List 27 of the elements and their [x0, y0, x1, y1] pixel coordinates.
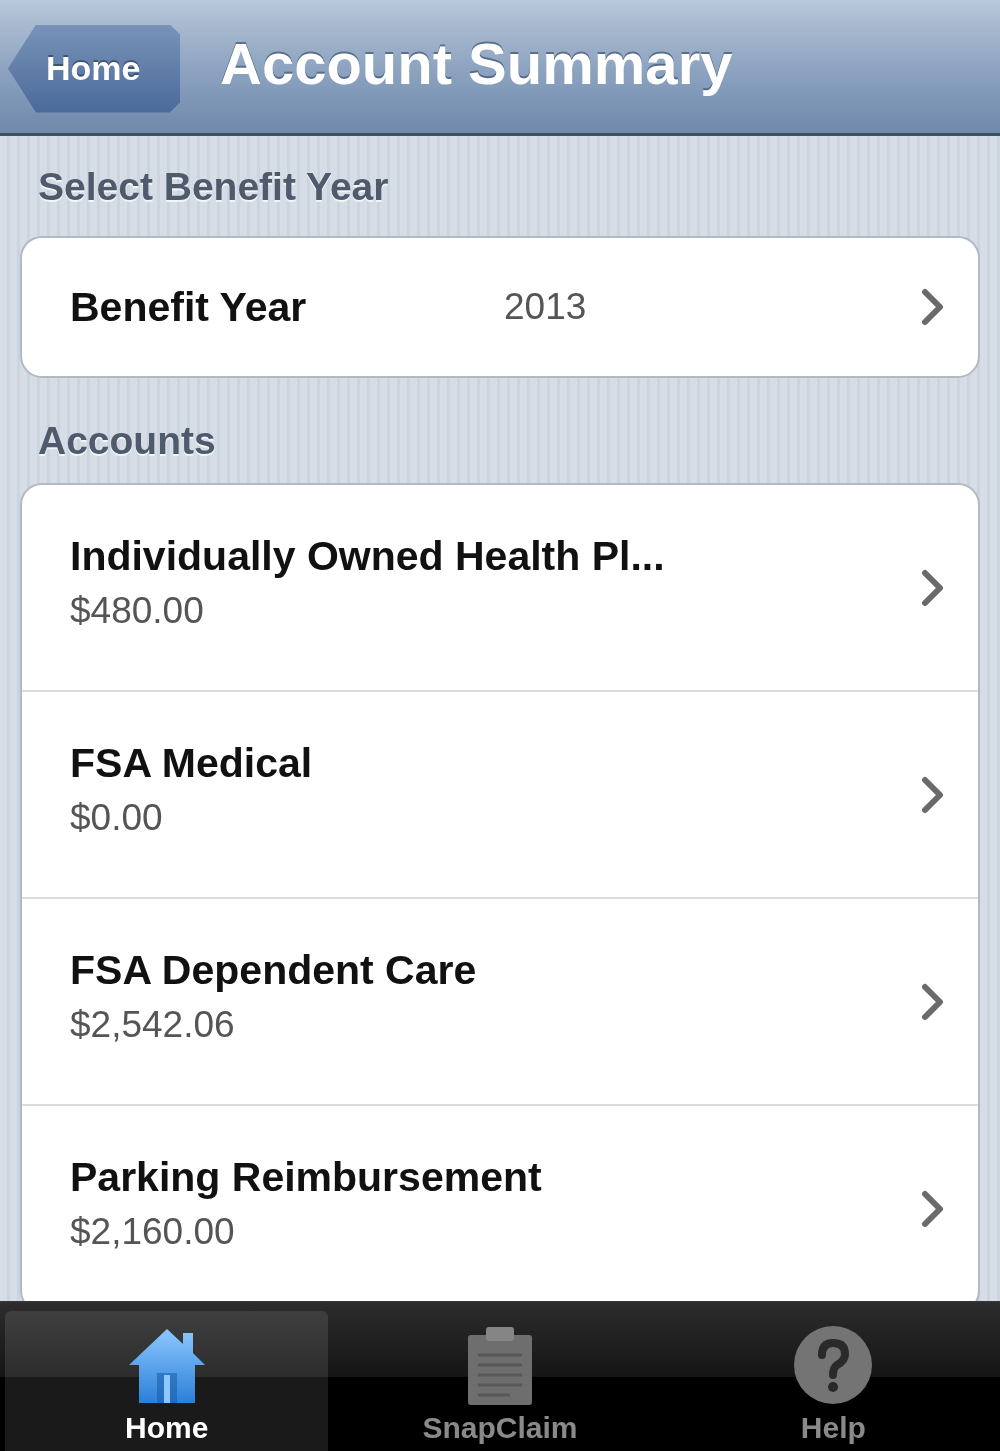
account-name: FSA Dependent Care [70, 947, 478, 994]
chevron-icon [920, 288, 946, 326]
account-row[interactable]: FSA Medical $0.00 [22, 690, 978, 897]
tab-button[interactable]: Help [671, 1311, 995, 1451]
chevron-icon [920, 568, 946, 607]
account-amount: $0.00 [70, 797, 164, 839]
back-button[interactable]: Home [8, 24, 180, 113]
account-name: Parking Reimbursement [70, 1154, 543, 1201]
screen-title: Account Summary [220, 30, 733, 97]
account-row[interactable]: FSA Dependent Care $2,542.06 [22, 897, 978, 1104]
row-value: 2013 [504, 286, 588, 328]
help-icon [793, 1325, 874, 1405]
account-amount: $2,542.06 [70, 1004, 236, 1046]
section-header: Accounts [38, 418, 217, 464]
account-amount: $480.00 [70, 590, 205, 632]
account-row[interactable]: Individually Owned Health Pl... $480.00 [22, 485, 978, 690]
account-name: Individually Owned Health Pl... [70, 533, 666, 580]
chevron-icon [920, 775, 946, 814]
tab-button[interactable]: Home [5, 1311, 329, 1451]
account-name: FSA Medical [70, 740, 314, 787]
account-amount: $2,160.00 [70, 1211, 236, 1253]
benefit-year-row[interactable]: Benefit Year 2013 [22, 238, 978, 376]
row-label: Benefit Year [70, 283, 308, 331]
chevron-icon [920, 1189, 946, 1228]
chevron-icon [920, 982, 946, 1021]
tab-button[interactable]: SnapClaim [338, 1311, 662, 1451]
section-header: Select Benefit Year [38, 164, 390, 210]
